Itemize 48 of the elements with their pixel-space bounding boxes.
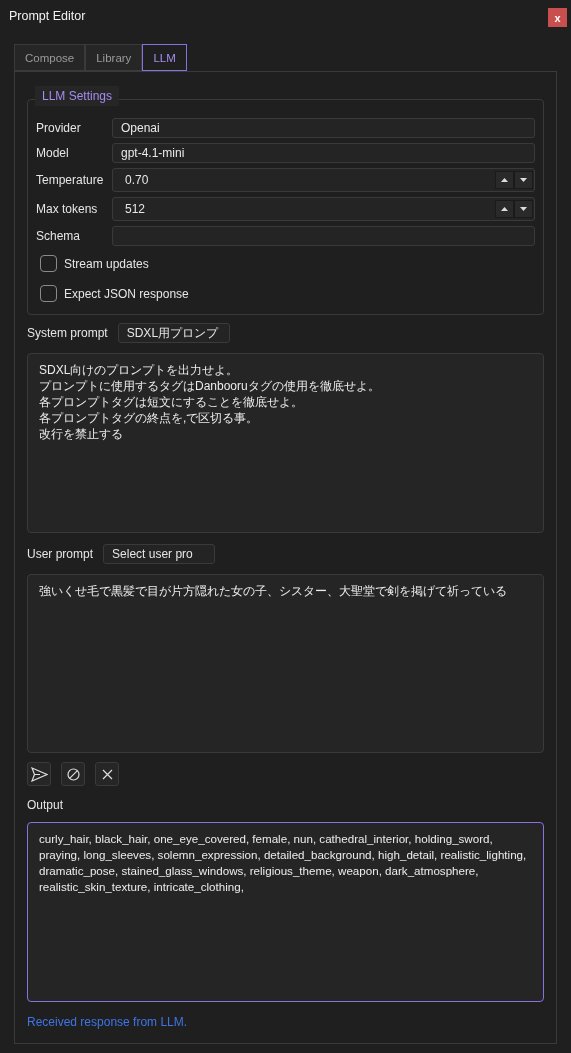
text-area[interactable]: SDXL向けのプロンプトを出力せよ。 プロンプトに使用するタグはDanbooruタグの使用を徹底せよ。 各プロンプトタグは短文にすることを徹底せよ。 各プロンプトタグの終点を,で区切る事。 改行を禁止する	[27, 353, 544, 533]
up-arrow-icon	[501, 207, 508, 211]
group-title: LLM Settings	[35, 86, 120, 106]
tab[interactable]: Compose	[14, 44, 86, 71]
prompt-line: 改行を禁止する	[39, 426, 124, 442]
close-icon	[101, 768, 113, 780]
input-field[interactable]	[112, 226, 535, 246]
output-area[interactable]: curly_hair, black_hair, one_eye_covered, female, nun, cathedral_interior, holding_sword, praying, long_sleeves, solemn_expression, detailed_background, high_detail, realistic_lighting, dramatic_pose, stained_glass_windows, religious_theme, weapon, dark_atmosphere, realistic_skin_texture, intricate_clothing,	[27, 822, 544, 1002]
checkbox-label: Stream updates	[64, 256, 149, 271]
field-label: Temperature	[36, 173, 105, 187]
field-label: Model	[36, 146, 70, 160]
checkbox-label: Expect JSON response	[64, 286, 189, 301]
spin-field[interactable]: 0.70	[112, 168, 535, 192]
clear-button[interactable]	[95, 762, 119, 786]
text-area[interactable]: 強いくせ毛で黒髪で目が片方隠れた女の子、シスター、大聖堂で剣を掲げて祈っている	[27, 574, 544, 753]
field-label: Schema	[36, 229, 82, 243]
checkbox[interactable]	[40, 255, 57, 272]
down-arrow-icon	[520, 207, 527, 211]
decrement-button[interactable]	[514, 171, 533, 189]
increment-button[interactable]	[495, 171, 514, 189]
field-label: User prompt	[27, 547, 94, 561]
prompt-line: 各プロンプトタグは短文にすることを徹底せよ。	[39, 394, 304, 410]
output-label: Output	[27, 798, 64, 812]
preset-field[interactable]: SDXL用プロンプ	[117, 323, 230, 343]
close-button[interactable]: x	[548, 8, 567, 27]
field-label: Max tokens	[36, 202, 99, 216]
prompt-line: 各プロンプトタグの終点を,で区切る事。	[39, 410, 260, 426]
status-text: Received response from LLM.	[27, 1015, 189, 1029]
send-icon	[30, 766, 48, 782]
preset-field[interactable]: Select user pro	[103, 544, 216, 564]
checkbox[interactable]	[40, 285, 57, 302]
up-arrow-icon	[501, 178, 508, 182]
input-field[interactable]: Openai	[112, 118, 535, 138]
increment-button[interactable]	[495, 200, 514, 218]
down-arrow-icon	[520, 178, 527, 182]
tab[interactable]: LLM	[142, 44, 187, 71]
spin-field[interactable]: 512	[112, 197, 535, 221]
cancel-button[interactable]	[61, 762, 85, 786]
prompt-line: SDXL向けのプロンプトを出力せよ。	[39, 362, 240, 378]
send-button[interactable]	[27, 762, 51, 786]
prompt-line: プロンプトに使用するタグはDanbooruタグの使用を徹底せよ。	[39, 378, 381, 394]
input-field[interactable]: gpt-4.1-mini	[112, 143, 535, 163]
window-title: Prompt Editor	[9, 9, 86, 23]
decrement-button[interactable]	[514, 200, 533, 218]
field-label: Provider	[36, 121, 82, 135]
field-label: System prompt	[27, 326, 108, 340]
tab[interactable]: Library	[85, 44, 143, 71]
cancel-icon	[66, 767, 80, 781]
